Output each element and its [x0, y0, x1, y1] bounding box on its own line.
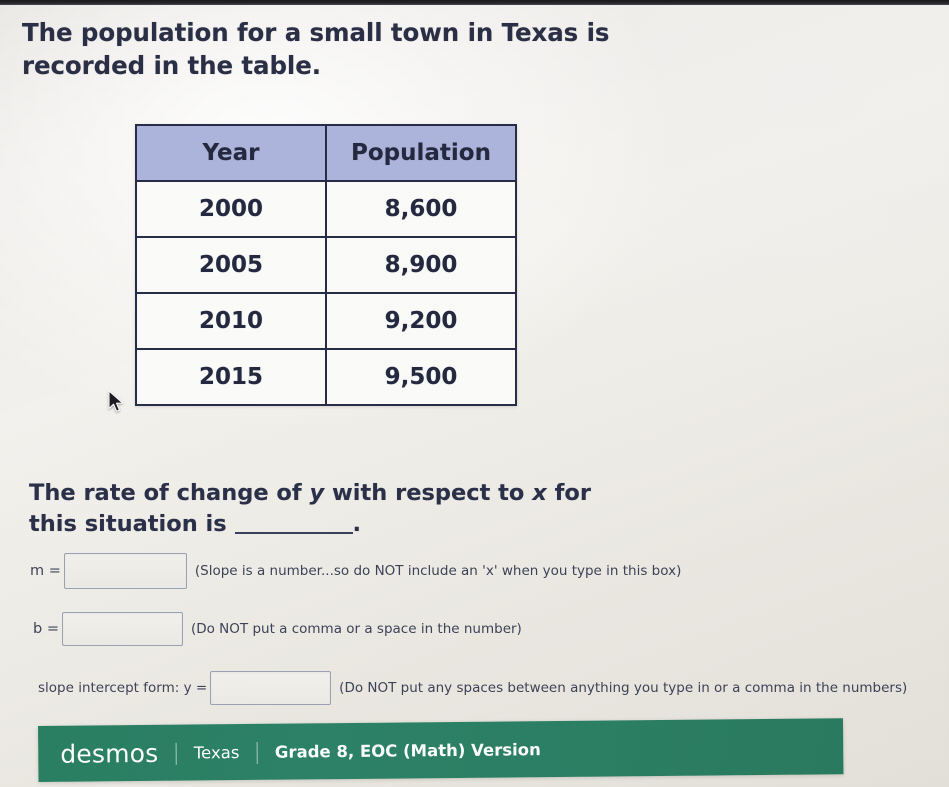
desmos-logo: desmos [60, 738, 159, 769]
slope-intercept-form-label: slope intercept form: y = [38, 680, 208, 696]
table-row: 2010 9,200 [135, 292, 517, 350]
intercept-hint: (Do NOT put a comma or a space in the nu… [190, 621, 522, 637]
cell-year: 2010 [135, 292, 327, 350]
answer-row-intercept: b = (Do NOT put a comma or a space in th… [33, 612, 522, 646]
cell-population: 8,900 [325, 236, 517, 294]
intercept-label: b = [33, 621, 59, 637]
slope-intercept-form-hint: (Do NOT put any spaces between anything … [339, 680, 908, 696]
answer-row-slope: m = (Slope is a number...so do NOT inclu… [30, 553, 681, 589]
question-period: . [352, 511, 362, 538]
intercept-input[interactable] [61, 612, 183, 646]
fill-in-blank [234, 532, 353, 535]
question-prompt: The population for a small town in Texas… [22, 18, 610, 80]
slope-intercept-form-input[interactable] [210, 671, 332, 705]
slope-input[interactable] [63, 553, 187, 589]
table-header: Year Population [135, 124, 517, 182]
cell-population: 8,600 [325, 180, 517, 238]
rate-of-change-question: The rate of change of y with respect to … [29, 478, 629, 540]
population-data-table: Year Population 2000 8,600 2005 8,900 20… [135, 124, 517, 406]
table-row: 2015 9,500 [135, 348, 517, 406]
cell-year: 2005 [135, 236, 327, 294]
cell-population: 9,500 [325, 348, 517, 406]
column-header-population: Population [325, 124, 517, 182]
footer-version-label: Grade 8, EOC (Math) Version [274, 739, 541, 762]
cell-year: 2000 [135, 180, 327, 238]
screen-bezel-strip [0, 0, 949, 5]
mouse-cursor-icon [108, 390, 124, 412]
cell-year: 2015 [135, 348, 327, 406]
column-header-year: Year [135, 124, 327, 182]
answer-row-slope-intercept-form: slope intercept form: y = (Do NOT put an… [38, 671, 907, 705]
variable-x: x [532, 480, 547, 506]
footer-divider: | [253, 739, 261, 765]
table-body: 2000 8,600 2005 8,900 2010 9,200 2015 9,… [135, 180, 517, 406]
question-text-part-2: with respect to [324, 480, 533, 506]
footer-region-label: Texas [193, 742, 240, 763]
slope-hint: (Slope is a number...so do NOT include a… [194, 563, 682, 579]
exam-screen: The population for a small town in Texas… [0, 0, 949, 787]
table-row: 2005 8,900 [135, 236, 517, 294]
slope-label: m = [30, 563, 61, 579]
cell-population: 9,200 [325, 292, 517, 350]
footer-divider: | [172, 740, 180, 766]
variable-y: y [309, 480, 325, 506]
table-row: 2000 8,600 [135, 180, 517, 238]
question-text-part-1: The rate of change of [29, 480, 310, 506]
table-header-row: Year Population [135, 124, 517, 182]
desmos-footer-bar: desmos | Texas | Grade 8, EOC (Math) Ver… [38, 718, 844, 782]
